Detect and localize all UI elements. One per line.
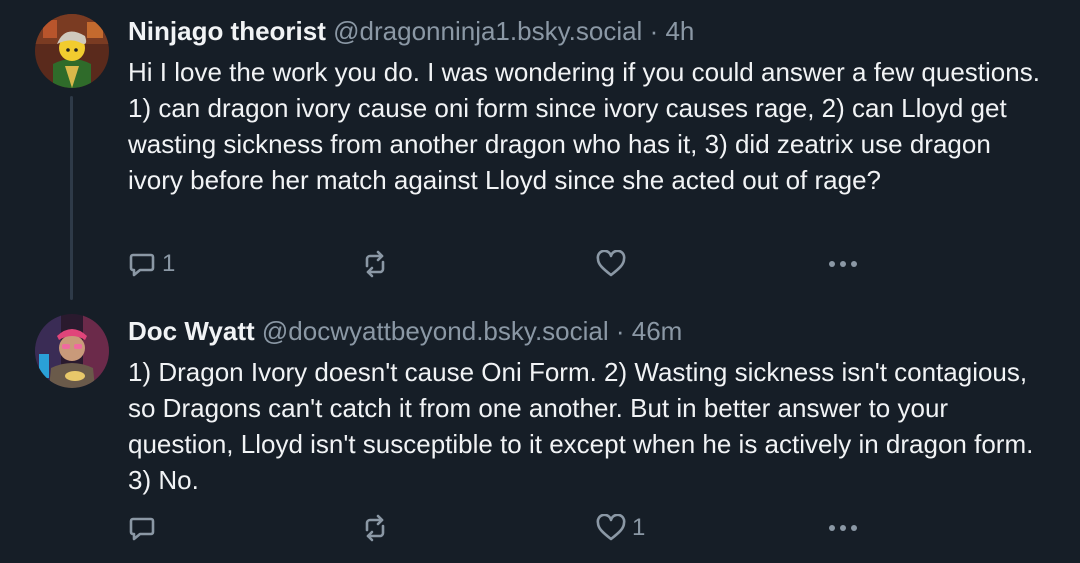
author-name[interactable]: Doc Wyatt: [128, 316, 255, 346]
post-actions: 1: [128, 244, 868, 284]
more-options-button[interactable]: [828, 508, 858, 548]
reply-count: 1: [162, 250, 176, 277]
post-text: Hi I love the work you do. I was wonderi…: [128, 57, 1040, 195]
like-button[interactable]: 1: [596, 508, 645, 548]
more-options-icon: [828, 259, 858, 269]
avatar[interactable]: [35, 314, 109, 388]
post-ninjago-theorist[interactable]: Ninjago theorist @dragonninja1.bsky.soci…: [0, 0, 1080, 300]
repost-icon: [360, 250, 390, 278]
heart-icon: [596, 250, 626, 278]
post-actions: 1: [128, 508, 868, 548]
post-doc-wyatt[interactable]: Doc Wyatt @docwyattbeyond.bsky.social · …: [0, 300, 1080, 563]
post-header: Ninjago theorist @dragonninja1.bsky.soci…: [128, 14, 694, 48]
more-options-icon: [828, 523, 858, 533]
author-handle[interactable]: @dragonninja1.bsky.social: [333, 16, 642, 46]
repost-icon: [360, 514, 390, 542]
reply-button[interactable]: [128, 508, 162, 548]
thread-line: [70, 96, 73, 300]
post-text: 1) Dragon Ivory doesn't cause Oni Form. …: [128, 357, 1034, 495]
more-options-button[interactable]: [828, 244, 858, 284]
reply-icon: [128, 514, 156, 542]
post-time[interactable]: · 4h: [650, 16, 695, 46]
post-time[interactable]: · 46m: [616, 316, 682, 346]
heart-icon: [596, 514, 626, 542]
author-name[interactable]: Ninjago theorist: [128, 16, 326, 46]
repost-button[interactable]: [360, 508, 396, 548]
reply-button[interactable]: 1: [128, 244, 175, 284]
like-count: 1: [632, 514, 646, 541]
repost-button[interactable]: [360, 244, 396, 284]
author-handle[interactable]: @docwyattbeyond.bsky.social: [262, 316, 609, 346]
reply-icon: [128, 250, 156, 278]
avatar[interactable]: [35, 14, 109, 88]
like-button[interactable]: [596, 244, 632, 284]
post-header: Doc Wyatt @docwyattbeyond.bsky.social · …: [128, 314, 682, 348]
